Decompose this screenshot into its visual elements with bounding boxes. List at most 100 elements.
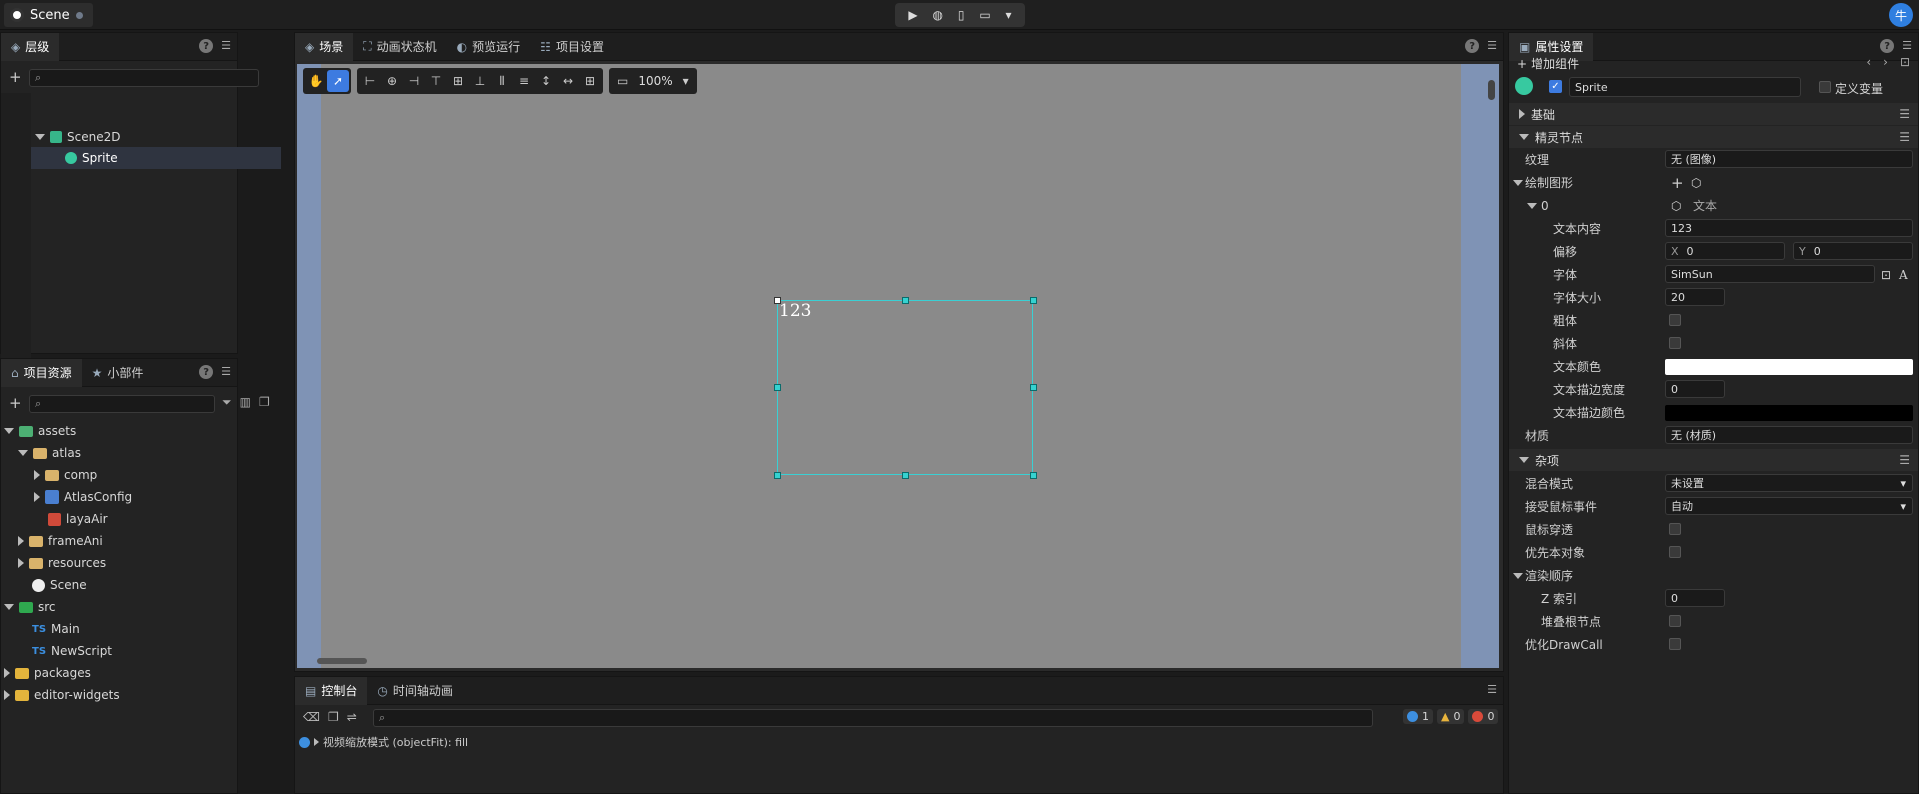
asset-src[interactable]: src xyxy=(4,596,238,618)
section-misc[interactable]: 杂项 ☰ xyxy=(1509,449,1918,471)
italic-checkbox[interactable] xyxy=(1669,337,1681,349)
menu-icon[interactable]: ☰ xyxy=(1899,130,1910,144)
asset-newscript[interactable]: TS NewScript xyxy=(32,640,238,662)
menu-icon[interactable]: ☰ xyxy=(221,39,231,53)
text-content-input[interactable]: 123 xyxy=(1665,219,1913,237)
distribute-h-icon[interactable]: ⫴ xyxy=(491,70,513,92)
clear-console-icon[interactable]: ⌫ xyxy=(303,710,320,724)
blend-mode-select[interactable]: 未设置 ▾ xyxy=(1665,474,1913,492)
tab-timeline[interactable]: ◷ 时间轴动画 xyxy=(367,677,463,705)
active-checkbox[interactable]: ✓ xyxy=(1549,80,1562,93)
menu-icon[interactable]: ☰ xyxy=(1487,39,1497,53)
bold-checkbox[interactable] xyxy=(1669,314,1681,326)
add-component-button[interactable]: + 增加组件 xyxy=(1517,55,1579,72)
back-icon[interactable]: ‹ xyxy=(1866,55,1871,69)
menu-icon[interactable]: ☰ xyxy=(1487,683,1497,696)
tab-scene[interactable]: ◈ 场景 xyxy=(295,32,354,61)
resolution-icon[interactable]: ▭ xyxy=(617,74,628,88)
expand-icon[interactable] xyxy=(1527,202,1537,209)
optimize-drawcall-checkbox[interactable] xyxy=(1669,638,1681,650)
tab-project-settings[interactable]: ☷ 项目设置 xyxy=(530,33,614,61)
font-size-input[interactable]: 20 xyxy=(1665,288,1725,306)
chevron-down-icon[interactable]: ▾ xyxy=(683,74,689,88)
section-sprite-node[interactable]: 精灵节点 ☰ xyxy=(1509,126,1918,148)
help-icon[interactable]: ? xyxy=(199,39,214,53)
monitor-icon[interactable]: ▭ xyxy=(979,8,990,22)
same-width-icon[interactable]: ↔ xyxy=(557,70,579,92)
tab-console[interactable]: ▤ 控制台 xyxy=(295,676,368,705)
avatar[interactable]: 牛 xyxy=(1889,3,1913,27)
align-center-h-icon[interactable]: ⊕ xyxy=(381,70,403,92)
console-search-input[interactable]: ⌕ xyxy=(373,709,1373,727)
horizontal-scrollbar[interactable] xyxy=(317,658,367,664)
phone-icon[interactable]: ▯ xyxy=(958,8,965,22)
tree-item-sprite[interactable]: Sprite xyxy=(31,147,281,169)
tab-animator[interactable]: ⛶ 动画状态机 xyxy=(353,33,446,61)
add-asset-icon[interactable]: + xyxy=(9,394,22,412)
text-color-swatch[interactable] xyxy=(1665,359,1913,375)
resize-handle-bottom-right[interactable] xyxy=(1030,472,1037,479)
expand-icon[interactable] xyxy=(1513,572,1523,579)
scene-viewport[interactable]: ✋ ➚ ⊢ ⊕ ⊣ ⊤ ⊞ ⊥ ⫴ ≡ ↕ ↔ ⊞ ▭ 100% ▾ 123 xyxy=(297,64,1499,668)
asset-packages[interactable]: packages xyxy=(4,662,238,684)
resize-handle-left[interactable] xyxy=(774,384,781,391)
stroke-color-swatch[interactable] xyxy=(1665,405,1913,421)
collapse-icon[interactable]: ❐ xyxy=(259,395,270,410)
asset-frameani[interactable]: frameAni xyxy=(18,530,238,552)
resize-handle-bottom-left[interactable] xyxy=(774,472,781,479)
asset-main[interactable]: TS Main xyxy=(32,618,238,640)
filter-icon[interactable]: ⏷ xyxy=(222,395,232,410)
section-basic[interactable]: 基础 ☰ xyxy=(1509,103,1918,125)
vertical-scrollbar[interactable] xyxy=(1488,80,1495,100)
lock-icon[interactable]: ⊡ xyxy=(1900,55,1910,69)
align-right-icon[interactable]: ⊣ xyxy=(403,70,425,92)
warn-counter[interactable]: ▲ 0 xyxy=(1437,709,1465,724)
globe-icon[interactable]: ◍ xyxy=(933,8,943,22)
add-shape-icon[interactable]: + xyxy=(1671,174,1684,192)
play-icon[interactable]: ▶ xyxy=(908,8,917,22)
info-counter[interactable]: 1 xyxy=(1403,709,1433,724)
resize-handle-right[interactable] xyxy=(1030,384,1037,391)
menu-icon[interactable]: ☰ xyxy=(1899,107,1910,121)
offset-x-input[interactable]: X0 xyxy=(1665,242,1785,260)
texture-field[interactable]: 无 (图像) xyxy=(1665,150,1913,168)
stack-root-checkbox[interactable] xyxy=(1669,615,1681,627)
menu-icon[interactable]: ☰ xyxy=(1899,453,1910,467)
tab-project-assets[interactable]: ⌂ 项目资源 xyxy=(1,358,82,387)
font-input[interactable]: SimSun xyxy=(1665,265,1875,283)
select-tool-icon[interactable]: ➚ xyxy=(327,70,349,92)
expand-icon[interactable] xyxy=(314,738,319,746)
add-node-icon[interactable]: + xyxy=(9,68,22,86)
sprite-selection-box[interactable]: 123 xyxy=(777,300,1033,475)
help-icon[interactable]: ? xyxy=(1465,39,1480,53)
z-index-input[interactable]: 0 xyxy=(1665,589,1725,607)
align-bottom-icon[interactable]: ⊥ xyxy=(469,70,491,92)
node-name-input[interactable]: Sprite xyxy=(1569,77,1801,97)
hand-tool-icon[interactable]: ✋ xyxy=(305,70,327,92)
align-center-v-icon[interactable]: ⊞ xyxy=(447,70,469,92)
resize-handle-top[interactable] xyxy=(902,297,909,304)
forward-icon[interactable]: › xyxy=(1883,55,1888,69)
font-picker-icon[interactable]: ⊡ xyxy=(1881,268,1891,282)
asset-comp[interactable]: comp xyxy=(34,464,238,486)
menu-icon[interactable]: ☰ xyxy=(221,365,231,379)
log-entry[interactable]: 视频缩放模式 (objectFit): fill xyxy=(299,734,468,750)
split-view-icon[interactable]: ▥ xyxy=(240,395,251,410)
tab-preview[interactable]: ◐ 预览运行 xyxy=(447,33,531,61)
expand-icon[interactable] xyxy=(1513,179,1523,186)
zoom-level[interactable]: 100% xyxy=(638,74,672,88)
pivot-handle[interactable] xyxy=(774,297,781,304)
material-field[interactable]: 无 (材质) xyxy=(1665,426,1913,444)
asset-atlasconfig[interactable]: AtlasConfig xyxy=(34,486,238,508)
asset-editor-widgets[interactable]: editor-widgets xyxy=(4,684,238,706)
asset-resources[interactable]: resources xyxy=(18,552,238,574)
shape-settings-icon[interactable]: ⬡ xyxy=(1691,176,1701,190)
grid-icon[interactable]: ⊞ xyxy=(579,70,601,92)
distribute-v-icon[interactable]: ≡ xyxy=(513,70,535,92)
chevron-down-icon[interactable]: ▾ xyxy=(1006,8,1012,22)
error-counter[interactable]: 0 xyxy=(1468,709,1499,724)
mouse-through-checkbox[interactable] xyxy=(1669,523,1681,535)
tab-hierarchy[interactable]: ◈ 层级 xyxy=(1,32,60,61)
same-height-icon[interactable]: ↕ xyxy=(535,70,557,92)
align-left-icon[interactable]: ⊢ xyxy=(359,70,381,92)
